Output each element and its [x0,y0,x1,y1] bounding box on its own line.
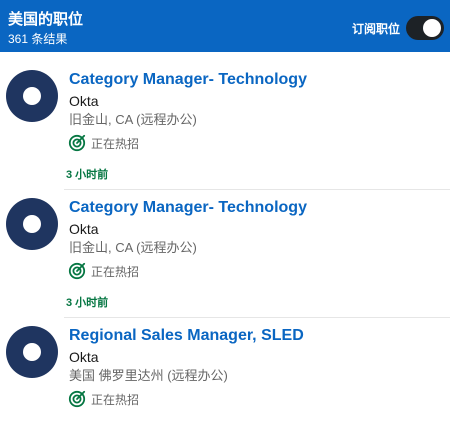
target-icon [68,134,86,152]
company-logo [6,70,58,122]
job-title-link[interactable]: Regional Sales Manager, SLED [69,326,304,346]
results-header: 美国的职位 361 条结果 订阅职位 [0,0,450,52]
posted-time: 3 小时前 [66,297,109,309]
job-card[interactable]: Category Manager- Technology Okta 旧金山, C… [0,190,450,318]
job-location: 美国 佛罗里达州 (远程办公) [69,368,228,383]
company-name: Okta [69,93,99,109]
job-alert-toggle[interactable] [406,16,444,40]
actively-hiring-badge: 正在热招 [68,134,139,152]
company-name: Okta [69,349,99,365]
job-card[interactable]: Category Manager- Technology Okta 旧金山, C… [0,62,450,190]
job-alert-control: 订阅职位 [352,16,444,40]
actively-hiring-badge: 正在热招 [68,262,139,280]
company-logo [6,198,58,250]
job-title-link[interactable]: Category Manager- Technology [69,198,307,218]
job-location: 旧金山, CA (远程办公) [69,112,197,127]
actively-hiring-label: 正在热招 [91,136,140,151]
job-alert-label: 订阅职位 [351,21,400,36]
toggle-knob [423,19,441,37]
target-icon [68,262,86,280]
target-icon [68,390,86,408]
job-title-link[interactable]: Category Manager- Technology [69,70,307,90]
actively-hiring-badge: 正在热招 [68,390,139,408]
posted-time: 3 小时前 [66,169,109,181]
page-title: 美国的职位 [8,11,84,28]
job-list: Category Manager- Technology Okta 旧金山, C… [0,62,450,446]
result-count: 361 条结果 [8,32,68,46]
actively-hiring-label: 正在热招 [91,392,140,407]
job-location: 旧金山, CA (远程办公) [69,240,197,255]
company-logo [6,326,58,378]
job-card[interactable]: Regional Sales Manager, SLED Okta 美国 佛罗里… [0,318,450,446]
actively-hiring-label: 正在热招 [91,264,140,279]
company-name: Okta [69,221,99,237]
